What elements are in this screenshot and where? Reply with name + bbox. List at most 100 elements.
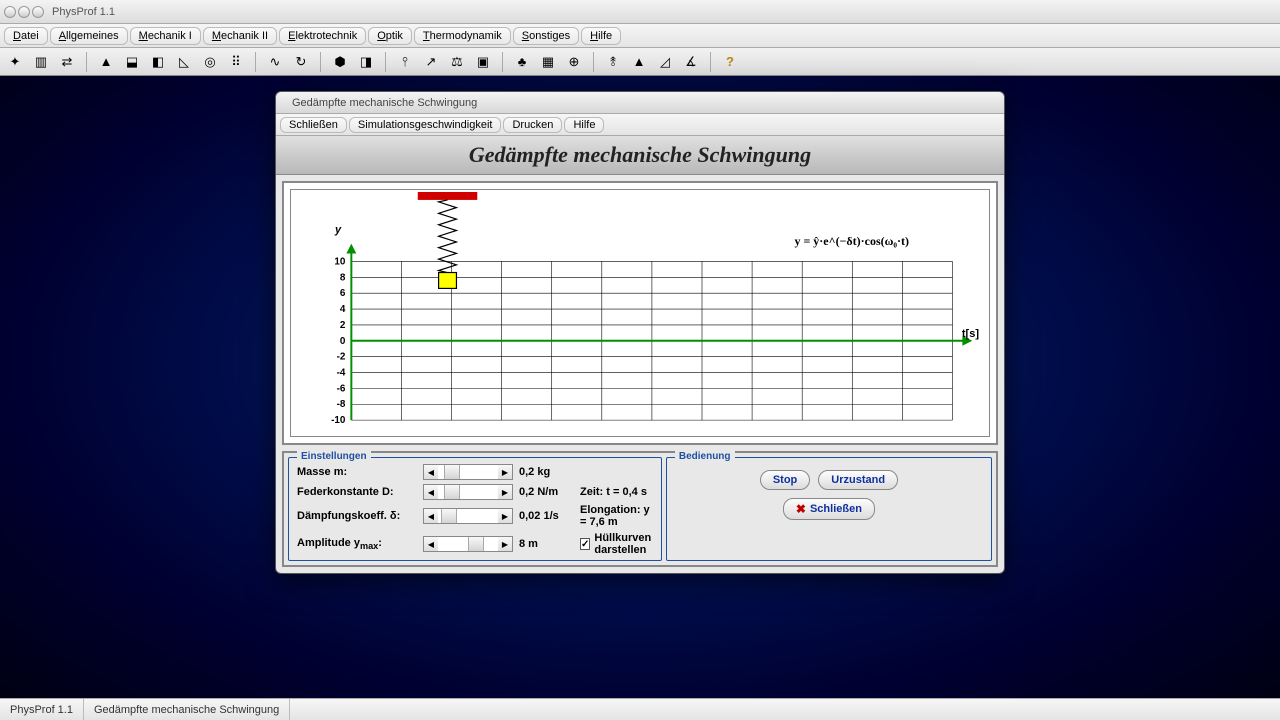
oscillation-chart: 1086420-2-4-6-8-10yt[s]y = ŷ·e^(−δt)·cos… [290,189,990,437]
workspace: Gedämpfte mechanische Schwingung Schließ… [0,76,1280,698]
stop-button[interactable]: Stop [760,470,810,490]
toolbar-icon[interactable]: ▣ [474,53,492,71]
controls-legend: Bedienung [675,451,735,462]
toolbar-icon[interactable]: ◎ [201,53,219,71]
menu-datei[interactable]: Datei [4,27,48,45]
time-readout: Zeit: t = 0,4 s [580,486,653,498]
chart-frame: 1086420-2-4-6-8-10yt[s]y = ŷ·e^(−δt)·cos… [282,181,998,445]
arrow-left-icon[interactable]: ◀ [424,485,438,499]
svg-text:6: 6 [340,288,346,299]
arrow-left-icon[interactable]: ◀ [424,537,438,551]
close-button[interactable]: ✖ Schließen [783,498,875,520]
spring-value: 0,2 N/m [519,486,574,498]
mass-value: 0,2 kg [519,466,574,478]
svg-text:-6: -6 [337,383,346,394]
child-menu-drucken[interactable]: Drucken [503,117,562,133]
amplitude-value: 8 m [519,538,574,550]
toolbar-icon[interactable]: ♣ [513,53,531,71]
svg-text:-2: -2 [337,352,346,363]
svg-text:-4: -4 [337,367,346,378]
svg-text:0: 0 [340,336,346,347]
x-axis-label: t[s] [962,328,979,340]
toolbar-icon[interactable]: ▦ [539,53,557,71]
svg-text:8: 8 [340,272,346,283]
statusbar: PhysProf 1.1 Gedämpfte mechanische Schwi… [0,698,1280,720]
svg-text:4: 4 [340,304,346,315]
simulation-window: Gedämpfte mechanische Schwingung Schließ… [275,91,1005,574]
svg-text:-8: -8 [337,399,346,410]
toolbar-icon[interactable]: ⚖ [448,53,466,71]
toolbar-icon[interactable]: ⬓ [123,53,141,71]
damping-value: 0,02 1/s [519,510,574,522]
toolbar-icon[interactable]: ✦ [6,53,24,71]
toolbar-icon[interactable]: ⫯ [396,53,414,71]
menu-mechanik-i[interactable]: Mechanik I [130,27,201,45]
controls-fieldset: Bedienung Stop Urzustand ✖ Schließen [666,457,992,561]
main-toolbar: ✦ ▥ ⇄ ▲ ⬓ ◧ ◺ ◎ ⠿ ∿ ↻ ⬢ ◨ ⫯ ↗ ⚖ ▣ ♣ ▦ ⊕ … [0,48,1280,76]
menu-elektrotechnik[interactable]: Elektrotechnik [279,27,366,45]
close-label: Schließen [810,503,862,515]
y-axis-label: y [335,224,341,236]
menu-hilfe[interactable]: Hilfe [581,27,621,45]
child-menu-schließen[interactable]: Schließen [280,117,347,133]
menu-mechanik-ii[interactable]: Mechanik II [203,27,277,45]
menu-allgemeines[interactable]: Allgemeines [50,27,128,45]
checkbox-icon[interactable]: ✓ [580,538,590,550]
simulation-heading: Gedämpfte mechanische Schwingung [276,136,1004,175]
toolbar-icon[interactable]: ◺ [175,53,193,71]
toolbar-icon[interactable]: ▲ [630,53,648,71]
toolbar-icon[interactable]: ⇄ [58,53,76,71]
window-control-dot[interactable] [4,6,16,18]
controls-frame: Einstellungen Masse m: ◀▶ 0,2 kg Federko… [282,451,998,567]
toolbar-icon[interactable]: ▲ [97,53,115,71]
toolbar-icon[interactable]: ▥ [32,53,50,71]
main-titlebar: PhysProf 1.1 [0,0,1280,24]
toolbar-icon[interactable]: ◿ [656,53,674,71]
status-app: PhysProf 1.1 [0,699,84,720]
toolbar-icon[interactable]: ◧ [149,53,167,71]
spring-label: Federkonstante D: [297,486,417,498]
mass-label: Masse m: [297,466,417,478]
settings-fieldset: Einstellungen Masse m: ◀▶ 0,2 kg Federko… [288,457,662,561]
arrow-right-icon[interactable]: ▶ [498,485,512,499]
status-context: Gedämpfte mechanische Schwingung [84,699,290,720]
damping-label: Dämpfungskoeff. δ: [297,510,417,522]
help-icon[interactable]: ? [721,53,739,71]
arrow-right-icon[interactable]: ▶ [498,465,512,479]
damping-slider[interactable]: ◀▶ [423,508,513,524]
amplitude-slider[interactable]: ◀▶ [423,536,513,552]
menu-sonstiges[interactable]: Sonstiges [513,27,579,45]
child-menubar: SchließenSimulationsgeschwindigkeitDruck… [276,114,1004,136]
window-control-dot[interactable] [32,6,44,18]
toolbar-icon[interactable]: ↻ [292,53,310,71]
amplitude-label: Amplitude ymax: [297,537,417,551]
child-menu-simulationsgeschwindigkeit[interactable]: Simulationsgeschwindigkeit [349,117,502,133]
main-menubar: DateiAllgemeinesMechanik IMechanik IIEle… [0,24,1280,48]
menu-optik[interactable]: Optik [368,27,412,45]
toolbar-icon[interactable]: ∿ [266,53,284,71]
reset-button[interactable]: Urzustand [818,470,898,490]
toolbar-icon[interactable]: ⊕ [565,53,583,71]
child-title: Gedämpfte mechanische Schwingung [292,97,477,109]
child-menu-hilfe[interactable]: Hilfe [564,117,604,133]
menu-thermodynamik[interactable]: Thermodynamik [414,27,511,45]
svg-text:10: 10 [334,256,346,267]
arrow-right-icon[interactable]: ▶ [498,537,512,551]
spring-slider[interactable]: ◀▶ [423,484,513,500]
toolbar-icon[interactable]: ◨ [357,53,375,71]
envelope-checkbox[interactable]: ✓ Hüllkurven darstellen [580,532,653,556]
toolbar-icon[interactable]: ⥉ [604,53,622,71]
app-title: PhysProf 1.1 [52,6,115,18]
arrow-left-icon[interactable]: ◀ [424,465,438,479]
toolbar-icon[interactable]: ⬢ [331,53,349,71]
toolbar-icon[interactable]: ∡ [682,53,700,71]
toolbar-icon[interactable]: ⠿ [227,53,245,71]
close-icon: ✖ [796,502,806,516]
toolbar-icon[interactable]: ↗ [422,53,440,71]
settings-legend: Einstellungen [297,451,371,462]
svg-text:2: 2 [340,320,346,331]
mass-slider[interactable]: ◀▶ [423,464,513,480]
arrow-right-icon[interactable]: ▶ [498,509,512,523]
arrow-left-icon[interactable]: ◀ [424,509,438,523]
window-control-dot[interactable] [18,6,30,18]
